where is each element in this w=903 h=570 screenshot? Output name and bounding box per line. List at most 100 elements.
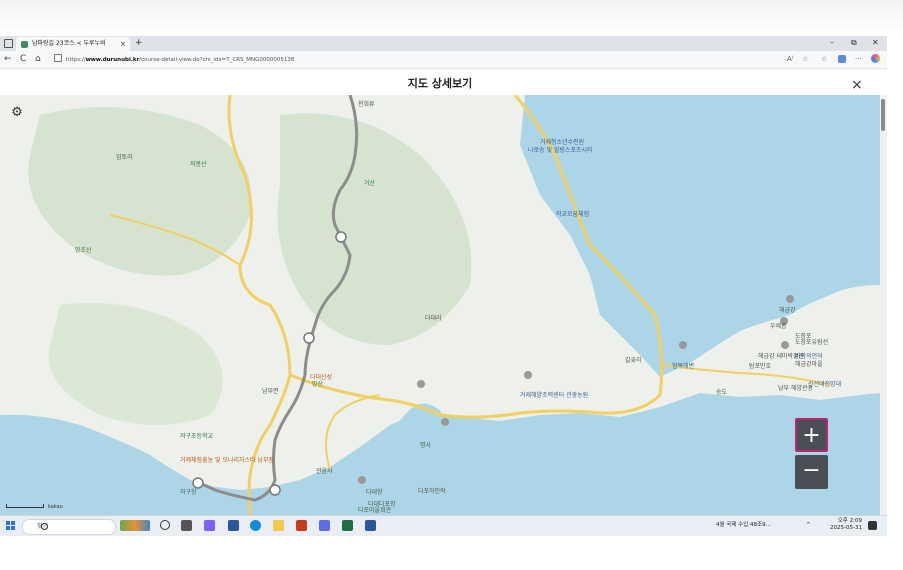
map-label: 다대산성: [310, 374, 333, 381]
powerpoint-icon[interactable]: [296, 520, 307, 531]
address-bar-row: ← C ⌂ https://www.durunubi.kr/course-det…: [0, 51, 887, 69]
read-aloud-icon[interactable]: A⁾: [787, 54, 794, 65]
forest-2: [277, 113, 472, 345]
browser-window: 남파랑길 23코스 < 두루누비 × + – ⧉ ✕ ← C ⌂ https:/…: [0, 36, 887, 536]
map-label: 거제해양조력센터 관광농원: [520, 392, 589, 399]
map-label: 천희류: [358, 101, 375, 108]
minimize-button[interactable]: –: [830, 36, 834, 50]
map-label: 명사: [420, 442, 432, 449]
tab-close-button[interactable]: ×: [120, 37, 126, 51]
forest-1: [28, 107, 252, 276]
home-button[interactable]: ⌂: [35, 53, 41, 65]
start-button[interactable]: [6, 521, 15, 530]
desktop-top-strip: [0, 0, 903, 36]
extensions-icon[interactable]: [838, 55, 846, 63]
url-host: www.durunubi.kr: [85, 57, 140, 63]
clock[interactable]: 오후 2:09 2025-05-31: [830, 518, 862, 532]
modal-title: 지도 상세보기: [407, 77, 473, 90]
map-label: 도장포유람선: [795, 339, 829, 346]
store-icon[interactable]: [228, 520, 239, 531]
map-label: 해금강: [779, 307, 796, 314]
chat-icon[interactable]: [181, 520, 192, 531]
tab-bar: 남파랑길 23코스 < 두루누비 × + – ⧉ ✕: [0, 36, 887, 51]
map-label: 남부면: [262, 388, 279, 395]
more-icon[interactable]: ···: [855, 54, 862, 65]
map-label: 거산: [364, 180, 376, 187]
map-label: 우제봉: [770, 323, 787, 330]
pin-6: [781, 341, 789, 349]
file-explorer-icon[interactable]: [273, 520, 284, 531]
close-window-button[interactable]: ✕: [872, 36, 879, 50]
modal-close-button[interactable]: ×: [851, 78, 863, 92]
excel-icon[interactable]: [342, 520, 353, 531]
word-icon[interactable]: [365, 520, 376, 531]
pin-7: [786, 295, 794, 303]
map-view[interactable]: ⚙ 천희류 거제청소년수련원 나로송 및 힐링스포츠시티 임토리 거산 저봉산 …: [0, 95, 880, 515]
map-provider-logo: kakao: [48, 504, 63, 510]
zoom-out-button[interactable]: −: [795, 455, 828, 489]
map-label: 함목해변: [672, 363, 695, 370]
map-label: 다포마을회관: [358, 507, 392, 514]
tab-actions-icon[interactable]: [4, 39, 13, 48]
page-scrollbar[interactable]: [880, 95, 887, 515]
clock-date: 2025-05-31: [830, 525, 862, 531]
copilot-icon[interactable]: [871, 54, 880, 63]
search-icon: [41, 523, 48, 530]
settings-icon[interactable]: ⚙: [8, 104, 26, 122]
map-label: 관음사: [316, 468, 333, 475]
map-label: 저구초등학교: [180, 433, 214, 440]
forest-3: [48, 303, 223, 425]
windows-taskbar: 찾기 4월 국제 수입 48조9... ^ 오후 2:09 2025-05-31: [0, 515, 887, 536]
zoom-in-button[interactable]: +: [795, 418, 828, 452]
map-label: 저구항: [180, 489, 197, 496]
widgets-icon[interactable]: [120, 520, 150, 531]
scrollbar-thumb[interactable]: [881, 99, 885, 131]
app-icon[interactable]: [319, 520, 330, 531]
map-label: 다포하인락: [418, 488, 446, 495]
url-prefix: https://: [66, 57, 86, 63]
favorite-icon[interactable]: ☆: [802, 54, 808, 65]
scale-bar: [6, 504, 44, 508]
browser-tab[interactable]: 남파랑길 23코스 < 두루누비 ×: [16, 37, 130, 51]
route-waypoint-2: [303, 332, 315, 344]
map-scale: kakao: [6, 504, 63, 510]
notification-icon[interactable]: [868, 521, 877, 530]
pin-4: [358, 476, 366, 484]
map-label: 해금강 테마박물관: [758, 353, 805, 360]
map-label: 임토리: [116, 154, 133, 161]
pin-5: [679, 341, 687, 349]
map-label: 나로송 및 힐링스포츠시티: [528, 147, 593, 154]
map-label: 학교모꿈체험: [556, 211, 590, 218]
favorites-bar-icon[interactable]: ☆: [821, 54, 827, 65]
map-label: 갈곶리: [625, 357, 642, 364]
site-favicon-icon: [21, 41, 28, 48]
pin-3: [524, 371, 532, 379]
map-label: 해금강마을: [795, 361, 823, 368]
map-label: 다대리: [425, 315, 442, 322]
map-label: 송도: [716, 389, 728, 396]
route-waypoint-1: [335, 231, 347, 243]
refresh-button[interactable]: C: [20, 53, 26, 65]
url-field[interactable]: https://www.durunubi.kr/course-detail-vi…: [54, 54, 734, 65]
map-label: 저봉산: [190, 161, 207, 168]
page-content: 지도 상세보기 × ⚙ 천희류 거제청소년수련원 나로송 및 힐링스포츠시티 임…: [0, 69, 887, 515]
map-label: 탐포만호: [749, 363, 772, 370]
tab-title: 남파랑길 23코스 < 두루누비: [32, 40, 106, 47]
copilot-app-icon[interactable]: [204, 520, 215, 531]
map-label: 남부 해양관광: [778, 385, 814, 392]
map-label: 다대항: [366, 489, 383, 496]
news-widget[interactable]: 4월 국제 수입 48조9...: [716, 522, 771, 529]
lock-icon: [54, 54, 62, 62]
tray-chevron-icon[interactable]: ^: [806, 522, 811, 529]
taskbar-search[interactable]: 찾기: [22, 519, 116, 535]
clock-time: 오후 2:09: [837, 518, 862, 524]
edge-icon[interactable]: [250, 520, 261, 531]
pin-2: [441, 418, 449, 426]
maximize-button[interactable]: ⧉: [851, 36, 857, 50]
back-button[interactable]: ←: [4, 53, 12, 65]
map-label: 망조산: [75, 247, 92, 254]
pin-1: [417, 380, 425, 388]
task-view-icon[interactable]: [160, 520, 170, 530]
new-tab-button[interactable]: +: [135, 36, 143, 50]
map-label: 거제체험흥농 및 모나리자스타 남부점: [180, 457, 275, 464]
